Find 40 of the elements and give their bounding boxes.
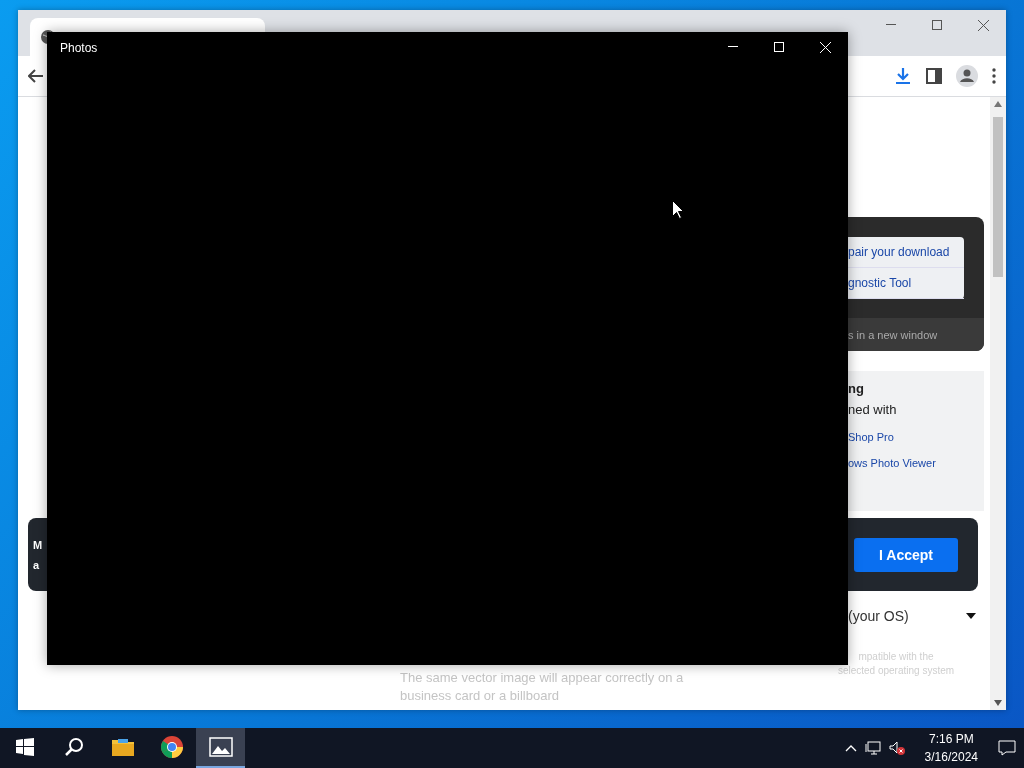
clock[interactable]: 7:16 PM 3/16/2024 — [924, 730, 978, 766]
side-panel-icon[interactable] — [926, 68, 942, 84]
folder-icon — [110, 737, 135, 757]
network-icon[interactable] — [864, 741, 881, 755]
volume-muted-icon[interactable] — [888, 741, 905, 755]
close-icon — [977, 19, 989, 31]
taskbar-app[interactable] — [196, 728, 245, 768]
banner-text: a — [33, 558, 41, 571]
body-text: business card or a billboard — [400, 687, 560, 705]
minimize-icon — [886, 24, 896, 26]
download-icon[interactable] — [894, 67, 912, 85]
window-title: Photos — [60, 41, 98, 55]
scrollbar[interactable] — [990, 97, 1006, 710]
scroll-up-icon — [994, 101, 1002, 107]
chevron-up-icon[interactable] — [844, 744, 857, 752]
clock-time: 7:16 PM — [928, 731, 974, 748]
profile-icon[interactable] — [956, 65, 978, 87]
footer-note: s in a new window — [848, 328, 938, 341]
caret-icon — [966, 613, 976, 619]
back-arrow-icon[interactable] — [28, 69, 44, 83]
clock-date: 3/16/2024 — [924, 749, 978, 766]
maximize-icon — [932, 20, 942, 30]
cursor-icon — [672, 200, 684, 219]
program-link[interactable]: Shop Pro — [848, 431, 984, 443]
panel-text: ned with — [848, 402, 898, 417]
notification-icon[interactable] — [998, 740, 1016, 756]
minimize-icon — [728, 46, 738, 48]
banner-text: M — [33, 538, 43, 551]
menu-icon[interactable] — [992, 68, 996, 84]
panel-heading: ng — [848, 381, 865, 396]
accept-button[interactable]: I Accept — [854, 537, 958, 572]
program-link[interactable]: ows Photo Viewer — [848, 457, 984, 469]
maximize-icon — [774, 42, 784, 52]
windows-icon — [15, 738, 34, 756]
scroll-thumb[interactable] — [993, 117, 1003, 277]
close-icon — [819, 41, 831, 53]
search-icon — [63, 737, 84, 757]
scroll-down-icon — [994, 700, 1002, 706]
chrome-icon — [159, 735, 184, 759]
image-icon — [208, 737, 233, 757]
